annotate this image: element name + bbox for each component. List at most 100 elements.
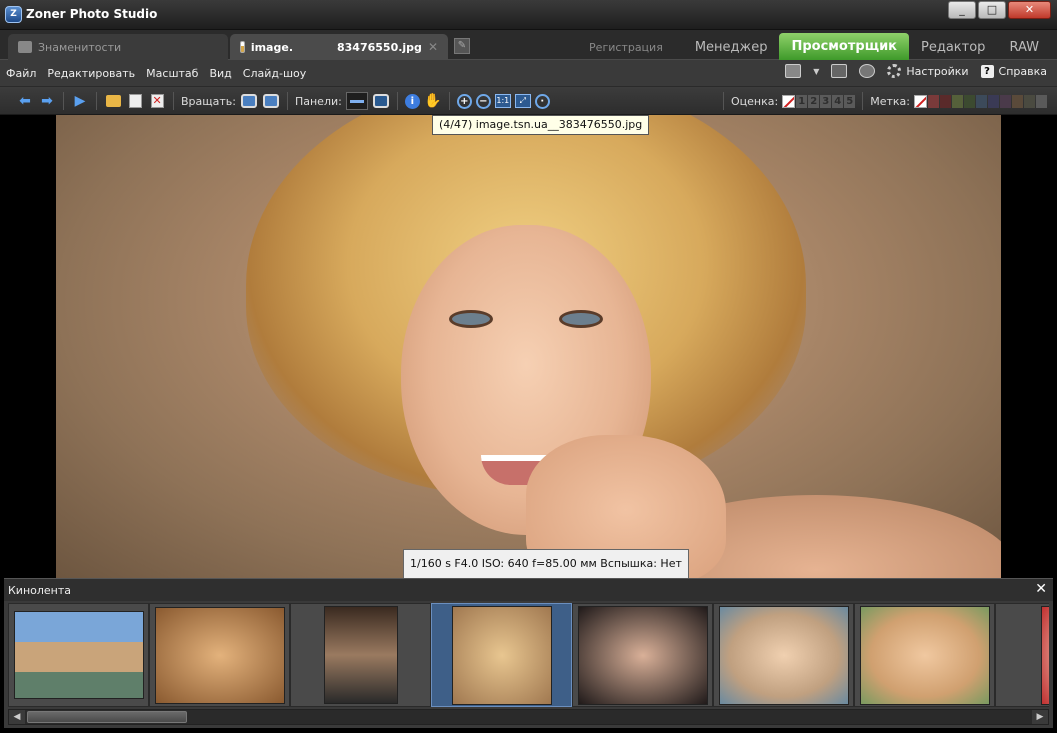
- main-photo: [56, 115, 1001, 578]
- toolbar: ⬅ ➡ ▶ Вращать: Панели: i ✋ + − 1:1 ⤢ · О…: [0, 87, 1057, 115]
- forward-arrow-icon[interactable]: ➡: [38, 92, 56, 110]
- zoom-tool-icon[interactable]: ·: [534, 93, 550, 109]
- filmstrip-thumbnail[interactable]: [290, 603, 431, 707]
- label-color-6[interactable]: [987, 94, 999, 108]
- rotate-label: Вращать:: [181, 94, 236, 108]
- filmstrip-thumbnail[interactable]: [431, 603, 572, 707]
- thumbnail-image: [859, 605, 990, 705]
- label-none-icon[interactable]: [913, 94, 927, 108]
- copy-icon[interactable]: [126, 92, 144, 110]
- scroll-right-icon[interactable]: ▶: [1032, 710, 1048, 724]
- mode-manager[interactable]: Менеджер: [683, 36, 780, 60]
- background-icon[interactable]: [785, 64, 802, 78]
- rating-2[interactable]: 2: [808, 94, 820, 108]
- image-viewer[interactable]: 1/160 s F4.0 ISO: 640 f=85.00 мм Вспышка…: [4, 115, 1053, 578]
- scrollbar-thumb[interactable]: [27, 711, 187, 723]
- tab-close-icon[interactable]: ✕: [428, 40, 438, 54]
- minimize-button[interactable]: _: [948, 1, 976, 19]
- label-color-7[interactable]: [999, 94, 1011, 108]
- label-color-4[interactable]: [963, 94, 975, 108]
- label-label: Метка:: [870, 94, 910, 108]
- menu-file[interactable]: Файл: [6, 67, 36, 80]
- help-icon: ?: [980, 64, 994, 78]
- mode-viewer[interactable]: Просмотрщик: [779, 33, 910, 60]
- zoom-in-icon[interactable]: +: [456, 93, 472, 109]
- help-label: Справка: [998, 64, 1047, 78]
- info-icon[interactable]: i: [404, 93, 420, 109]
- delete-icon[interactable]: [148, 92, 166, 110]
- menu-view[interactable]: Вид: [209, 67, 231, 80]
- rotate-left-icon[interactable]: [240, 92, 258, 110]
- tab-label-left: image.: [250, 40, 293, 54]
- filmstrip-panel: Кинолента ✕ ◀ ▶: [4, 578, 1053, 728]
- label-color-8[interactable]: [1011, 94, 1023, 108]
- filmstrip-thumbnail[interactable]: [8, 603, 149, 707]
- rating-3[interactable]: 3: [820, 94, 832, 108]
- help-button[interactable]: ? Справка: [980, 64, 1047, 78]
- label-color-2[interactable]: [939, 94, 951, 108]
- rating-none-icon[interactable]: [782, 94, 796, 108]
- zoom-1-1-icon[interactable]: 1:1: [494, 94, 511, 108]
- filmstrip-thumbnail[interactable]: [995, 603, 1049, 707]
- panels-label: Панели:: [294, 94, 342, 108]
- hand-icon[interactable]: ✋: [424, 92, 442, 110]
- close-button[interactable]: ✕: [1008, 1, 1051, 19]
- menu-slideshow[interactable]: Слайд-шоу: [243, 67, 306, 80]
- menu-bar: Файл Редактировать Масштаб Вид Слайд-шоу…: [0, 60, 1057, 87]
- play-icon[interactable]: ▶: [71, 92, 89, 110]
- filmstrip-title: Кинолента: [8, 584, 72, 597]
- zoom-out-icon[interactable]: −: [475, 93, 491, 109]
- fit-screen-icon[interactable]: ⤢: [514, 94, 531, 108]
- mode-editor[interactable]: Редактор: [909, 36, 997, 60]
- maximize-button[interactable]: □: [978, 1, 1006, 19]
- rating-1[interactable]: 1: [796, 94, 808, 108]
- gear-icon: [887, 64, 902, 78]
- gallery-icon[interactable]: [831, 64, 848, 78]
- rating-4[interactable]: 4: [832, 94, 844, 108]
- filmstrip-thumbnail[interactable]: [854, 603, 995, 707]
- filmstrip-close-icon[interactable]: ✕: [1035, 581, 1047, 597]
- registration-link[interactable]: Регистрация: [577, 36, 675, 60]
- back-arrow-icon[interactable]: ⬅: [16, 92, 34, 110]
- open-folder-icon[interactable]: [104, 92, 122, 110]
- thumbnail-image: [13, 611, 144, 699]
- new-tab-icon[interactable]: ✎: [454, 38, 470, 54]
- filmstrip-panel-icon[interactable]: [345, 92, 368, 110]
- app-logo-icon: Z: [5, 6, 22, 23]
- menu-edit[interactable]: Редактировать: [47, 67, 135, 80]
- label-color-9[interactable]: [1023, 94, 1035, 108]
- folder-icon: [18, 41, 32, 53]
- label-color-3[interactable]: [951, 94, 963, 108]
- thumbnail-image: [577, 605, 708, 705]
- window-title: Zoner Photo Studio: [26, 7, 158, 21]
- navigator-panel-icon[interactable]: [372, 92, 390, 110]
- thumbnail-image: [154, 606, 285, 704]
- label-color-1[interactable]: [927, 94, 939, 108]
- tab-celebrities[interactable]: Знаменитости: [8, 34, 228, 60]
- thumbnail-image: [718, 605, 849, 705]
- tab-label: Знаменитости: [38, 40, 122, 54]
- title-bar: Z Zoner Photo Studio _ □ ✕: [0, 0, 1057, 30]
- account-icon[interactable]: [859, 64, 876, 78]
- tab-label-right: 83476550.jpg: [337, 40, 422, 54]
- filmstrip-thumbnail[interactable]: [149, 603, 290, 707]
- filename-tooltip: (4/47) image.tsn.ua__383476550.jpg: [432, 115, 650, 135]
- label-color-10[interactable]: [1035, 94, 1047, 108]
- label-color-5[interactable]: [975, 94, 987, 108]
- exif-info: 1/160 s F4.0 ISO: 640 f=85.00 мм Вспышка…: [403, 549, 689, 578]
- rating-5[interactable]: 5: [844, 94, 856, 108]
- thumbnail-image: [451, 605, 552, 705]
- settings-button[interactable]: Настройки: [887, 64, 969, 78]
- tabs-row: Знаменитости image. 83476550.jpg ✕ ✎ Рег…: [0, 30, 1057, 60]
- thumbnail-image: [1040, 605, 1049, 705]
- mode-raw[interactable]: RAW: [997, 36, 1051, 60]
- rotate-right-icon[interactable]: [262, 92, 280, 110]
- menu-zoom[interactable]: Масштаб: [146, 67, 198, 80]
- scroll-left-icon[interactable]: ◀: [9, 710, 25, 724]
- filmstrip-thumbnail[interactable]: [572, 603, 713, 707]
- filmstrip-scrollbar[interactable]: ◀ ▶: [8, 709, 1049, 725]
- filmstrip-thumbnail[interactable]: [713, 603, 854, 707]
- image-file-icon: [240, 41, 245, 53]
- dropdown-arrow-icon[interactable]: ▼: [813, 67, 819, 76]
- tab-image[interactable]: image. 83476550.jpg ✕: [230, 34, 448, 60]
